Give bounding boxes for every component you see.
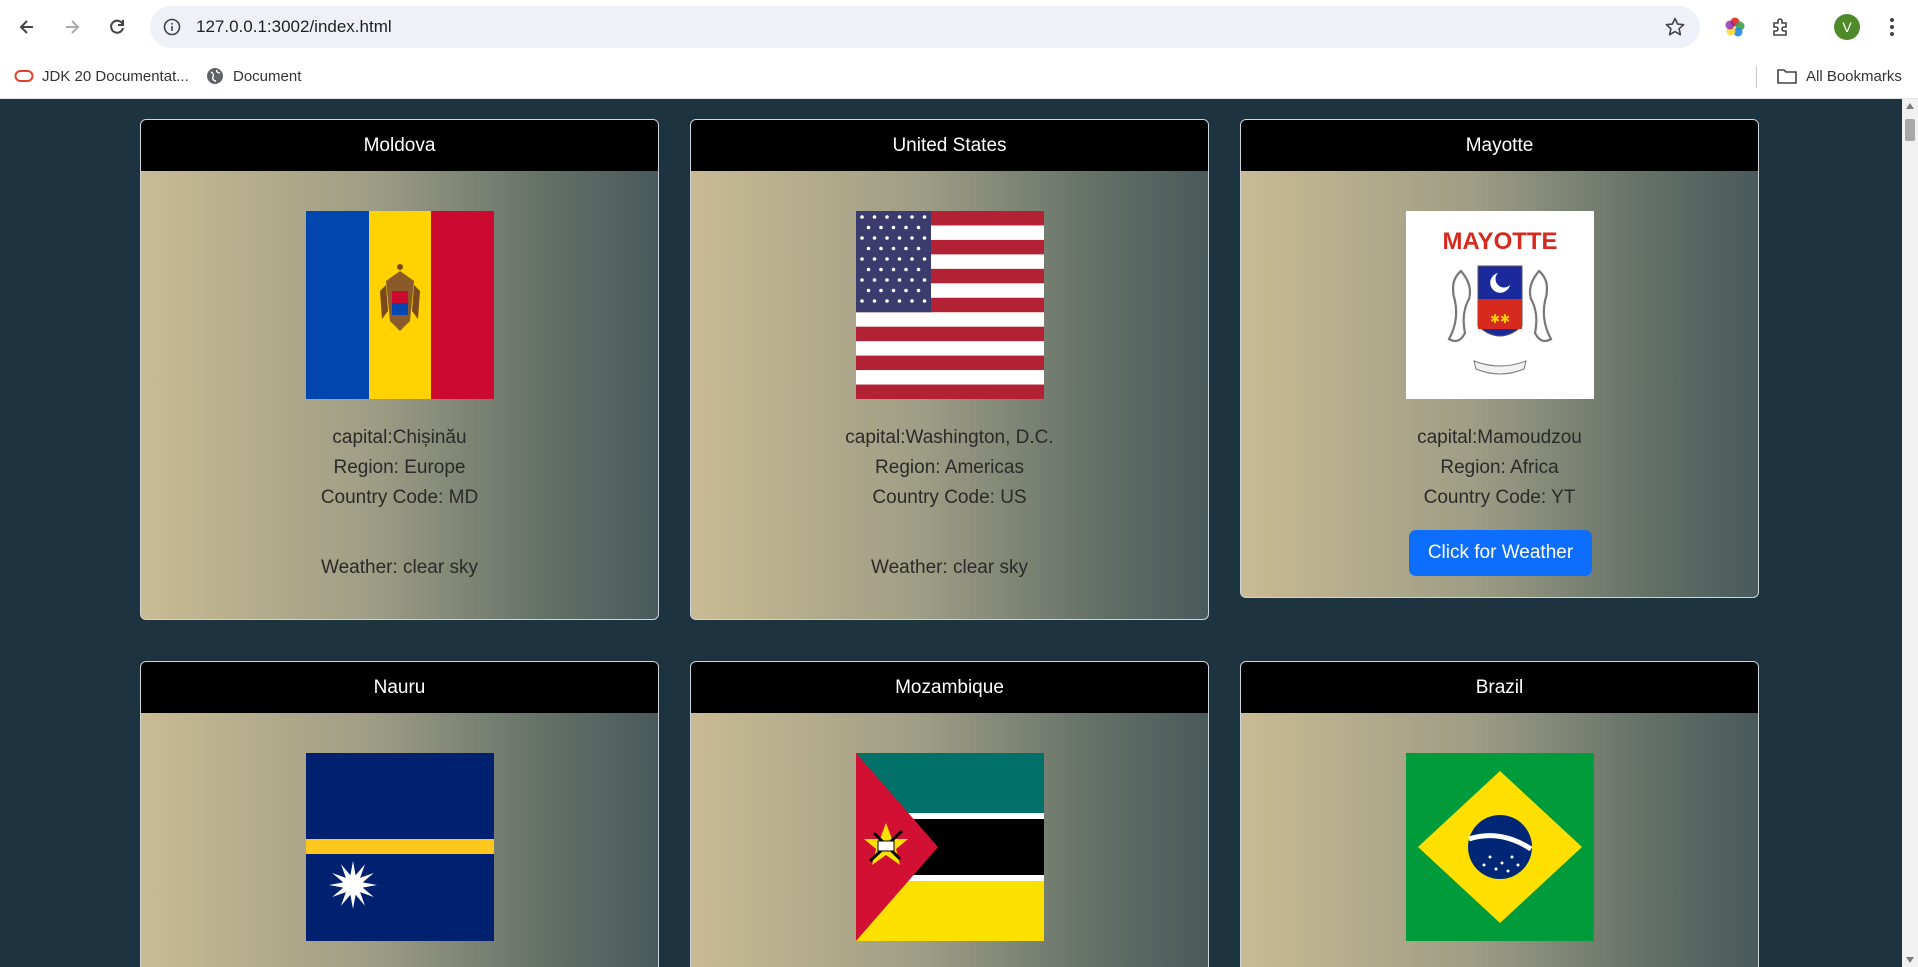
bookmark-document[interactable]: Document — [205, 64, 301, 88]
page-scrollbar[interactable] — [1902, 99, 1918, 967]
bookmark-star-icon[interactable] — [1664, 16, 1686, 38]
card-title: Moldova — [141, 120, 658, 171]
address-bar[interactable]: 127.0.0.1:3002/index.html — [150, 6, 1700, 48]
region-text: Region: Americas — [875, 457, 1024, 478]
all-bookmarks-button[interactable]: All Bookmarks — [1776, 64, 1902, 88]
country-card: Moldova capital:Chișinău Region: Europe … — [140, 119, 659, 620]
bookmarks-separator — [1756, 66, 1757, 88]
capital-text: capital:Chișinău — [332, 427, 467, 448]
country-card: Nauru — [140, 661, 659, 967]
back-arrow-icon — [19, 20, 33, 34]
country-card: United States capital:Washington, D.C. R… — [690, 119, 1209, 620]
color-extension-icon[interactable] — [1722, 14, 1748, 40]
card-title: Mayotte — [1241, 120, 1758, 171]
menu-kebab-icon[interactable] — [1879, 14, 1905, 40]
reload-icon — [110, 19, 124, 34]
capital-text: capital:Mamoudzou — [1417, 427, 1582, 448]
back-button[interactable] — [11, 11, 43, 43]
all-bookmarks-label: All Bookmarks — [1806, 67, 1902, 85]
bookmark-jdk[interactable]: JDK 20 Documentat... — [14, 64, 189, 88]
browser-toolbar: 127.0.0.1:3002/index.html V — [0, 0, 1918, 54]
usa-flag — [856, 211, 1044, 399]
bookmark-label: JDK 20 Documentat... — [42, 67, 189, 85]
bookmarks-bar: JDK 20 Documentat... Document All Bookma… — [0, 54, 1918, 99]
region-text: Region: Europe — [333, 457, 466, 478]
svg-text:MAYOTTE: MAYOTTE — [1442, 228, 1557, 255]
country-card: Brazil — [1240, 661, 1759, 967]
scroll-up-arrow-icon[interactable] — [1906, 103, 1914, 109]
brazil-flag — [1406, 753, 1594, 941]
forward-arrow-icon — [66, 20, 80, 34]
svg-text:✱✱: ✱✱ — [1490, 312, 1510, 326]
card-title: Mozambique — [691, 662, 1208, 713]
site-info-icon[interactable] — [162, 17, 182, 37]
weather-button[interactable]: Click for Weather — [1409, 530, 1592, 576]
reload-button[interactable] — [101, 11, 133, 43]
mozambique-flag — [856, 753, 1044, 941]
country-card: Mayotte MAYOTTE ✱✱ capital:Mamoudzou Reg… — [1240, 119, 1759, 598]
profile-avatar[interactable]: V — [1834, 14, 1860, 40]
capital-text: capital:Washington, D.C. — [845, 427, 1054, 448]
weather-text: Weather: clear sky — [321, 557, 478, 578]
nauru-flag — [306, 753, 494, 941]
card-title: Brazil — [1241, 662, 1758, 713]
country-code-text: Country Code: US — [872, 487, 1027, 508]
extensions-puzzle-icon[interactable] — [1768, 14, 1794, 40]
oracle-icon — [14, 70, 34, 82]
scroll-down-arrow-icon[interactable] — [1906, 957, 1914, 963]
country-code-text: Country Code: YT — [1423, 487, 1576, 508]
card-title: United States — [691, 120, 1208, 171]
card-title: Nauru — [141, 662, 658, 713]
scrollbar-thumb[interactable] — [1905, 119, 1915, 141]
folder-icon — [1777, 69, 1797, 84]
forward-button[interactable] — [56, 11, 88, 43]
globe-icon — [207, 68, 223, 84]
page-viewport: Moldova capital:Chișinău Region: Europe … — [0, 99, 1918, 967]
region-text: Region: Africa — [1440, 457, 1559, 478]
country-card: Mozambique — [690, 661, 1209, 967]
url-text[interactable]: 127.0.0.1:3002/index.html — [196, 17, 392, 37]
moldova-flag — [306, 211, 494, 399]
country-code-text: Country Code: MD — [320, 487, 479, 508]
weather-text: Weather: clear sky — [871, 557, 1028, 578]
mayotte-flag: MAYOTTE ✱✱ — [1406, 211, 1594, 399]
bookmark-label: Document — [233, 67, 302, 85]
